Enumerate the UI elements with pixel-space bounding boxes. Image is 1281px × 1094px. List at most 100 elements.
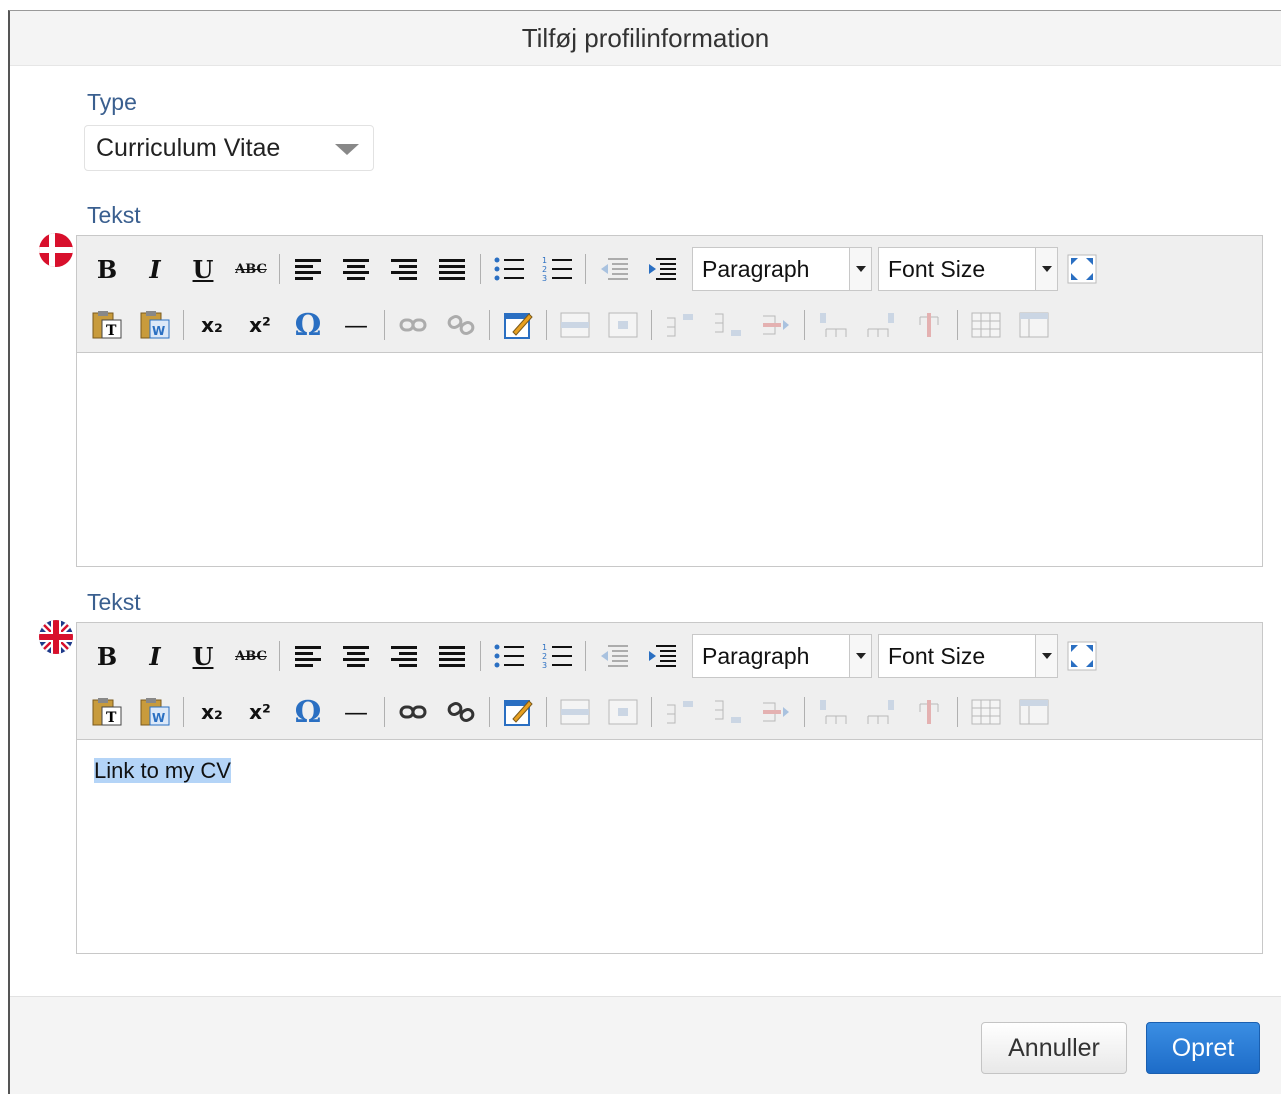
unlink-button[interactable] bbox=[443, 307, 479, 343]
underline-button[interactable]: U bbox=[185, 638, 221, 674]
subscript-button[interactable]: x₂ bbox=[194, 694, 230, 730]
justify-button[interactable] bbox=[434, 251, 470, 287]
table-row-props-button[interactable] bbox=[557, 307, 593, 343]
separator bbox=[480, 254, 481, 284]
font-size-select[interactable]: Font Size bbox=[878, 634, 1058, 678]
create-button[interactable]: Opret bbox=[1146, 1022, 1260, 1074]
fullscreen-icon bbox=[1067, 254, 1097, 284]
outdent-icon bbox=[601, 258, 628, 280]
table-cell-props-button[interactable] bbox=[605, 307, 641, 343]
align-right-button[interactable] bbox=[386, 251, 422, 287]
special-char-button[interactable]: Ω bbox=[290, 307, 326, 343]
edit-html-button[interactable] bbox=[500, 307, 536, 343]
svg-text:W: W bbox=[152, 711, 165, 725]
bullet-list-icon bbox=[494, 257, 524, 281]
dialog-titlebar: Tilføj profilinformation bbox=[10, 11, 1281, 66]
table-icon bbox=[971, 699, 1001, 725]
numbered-list-button[interactable]: 123 bbox=[539, 638, 575, 674]
insert-table-button[interactable] bbox=[968, 307, 1004, 343]
insert-col-after-button[interactable] bbox=[863, 694, 899, 730]
edit-html-button[interactable] bbox=[500, 694, 536, 730]
horizontal-rule-button[interactable]: — bbox=[338, 694, 374, 730]
insert-row-after-icon bbox=[715, 700, 741, 723]
editor-content-area[interactable]: Link to my CV bbox=[77, 740, 1262, 953]
insert-col-before-icon bbox=[820, 313, 847, 337]
paste-word-button[interactable]: W bbox=[137, 307, 173, 343]
type-label: Type bbox=[87, 89, 137, 115]
separator bbox=[384, 310, 385, 340]
table-props-button[interactable] bbox=[1016, 694, 1052, 730]
align-left-icon bbox=[295, 646, 321, 667]
insert-row-after-button[interactable] bbox=[710, 307, 746, 343]
link-icon bbox=[399, 318, 427, 332]
align-left-button[interactable] bbox=[290, 638, 326, 674]
justify-button[interactable] bbox=[434, 638, 470, 674]
rich-text-editor-danish: B I U ABC 123 Paragraph Font Size T W x₂… bbox=[76, 235, 1263, 567]
paste-word-button[interactable]: W bbox=[137, 694, 173, 730]
italic-button[interactable]: I bbox=[137, 251, 173, 287]
unlink-icon bbox=[447, 702, 475, 722]
link-button[interactable] bbox=[395, 307, 431, 343]
outdent-button[interactable] bbox=[596, 638, 632, 674]
delete-row-button[interactable] bbox=[758, 694, 794, 730]
paste-text-button[interactable]: T bbox=[89, 694, 125, 730]
separator bbox=[489, 310, 490, 340]
insert-row-before-button[interactable] bbox=[662, 307, 698, 343]
superscript-button[interactable]: x² bbox=[242, 694, 278, 730]
superscript-button[interactable]: x² bbox=[242, 307, 278, 343]
delete-row-button[interactable] bbox=[758, 307, 794, 343]
insert-col-before-button[interactable] bbox=[815, 694, 851, 730]
insert-row-after-button[interactable] bbox=[710, 694, 746, 730]
subscript-button[interactable]: x₂ bbox=[194, 307, 230, 343]
fullscreen-button[interactable] bbox=[1064, 251, 1100, 287]
delete-col-button[interactable] bbox=[911, 694, 947, 730]
svg-text:W: W bbox=[152, 324, 165, 338]
indent-icon bbox=[649, 645, 676, 667]
table-props-button[interactable] bbox=[1016, 307, 1052, 343]
horizontal-rule-button[interactable]: — bbox=[338, 307, 374, 343]
font-size-select[interactable]: Font Size bbox=[878, 247, 1058, 291]
format-select[interactable]: Paragraph bbox=[692, 247, 872, 291]
align-left-button[interactable] bbox=[290, 251, 326, 287]
align-center-icon bbox=[343, 259, 369, 280]
bold-button[interactable]: B bbox=[89, 251, 125, 287]
fullscreen-button[interactable] bbox=[1064, 638, 1100, 674]
insert-col-before-button[interactable] bbox=[815, 307, 851, 343]
insert-col-before-icon bbox=[820, 700, 847, 724]
svg-text:1: 1 bbox=[542, 256, 547, 265]
type-select[interactable]: Curriculum Vitae bbox=[84, 125, 374, 171]
italic-button[interactable]: I bbox=[137, 638, 173, 674]
align-right-button[interactable] bbox=[386, 638, 422, 674]
unlink-button[interactable] bbox=[443, 694, 479, 730]
table-row-props-button[interactable] bbox=[557, 694, 593, 730]
indent-button[interactable] bbox=[644, 251, 680, 287]
outdent-button[interactable] bbox=[596, 251, 632, 287]
bold-button[interactable]: B bbox=[89, 638, 125, 674]
special-char-button[interactable]: Ω bbox=[290, 694, 326, 730]
align-center-button[interactable] bbox=[338, 638, 374, 674]
align-center-icon bbox=[343, 646, 369, 667]
insert-table-button[interactable] bbox=[968, 694, 1004, 730]
bullet-list-button[interactable] bbox=[491, 251, 527, 287]
strikethrough-button[interactable]: ABC bbox=[233, 638, 269, 674]
editor-text: Link to my CV bbox=[94, 758, 231, 783]
insert-col-after-button[interactable] bbox=[863, 307, 899, 343]
insert-row-before-button[interactable] bbox=[662, 694, 698, 730]
format-select[interactable]: Paragraph bbox=[692, 634, 872, 678]
link-button[interactable] bbox=[395, 694, 431, 730]
insert-row-before-icon bbox=[667, 314, 693, 337]
cancel-button[interactable]: Annuller bbox=[981, 1022, 1127, 1074]
paste-text-button[interactable]: T bbox=[89, 307, 125, 343]
align-center-button[interactable] bbox=[338, 251, 374, 287]
bullet-list-button[interactable] bbox=[491, 638, 527, 674]
delete-col-button[interactable] bbox=[911, 307, 947, 343]
delete-row-icon bbox=[763, 315, 789, 335]
table-cell-props-button[interactable] bbox=[605, 694, 641, 730]
numbered-list-button[interactable]: 123 bbox=[539, 251, 575, 287]
underline-button[interactable]: U bbox=[185, 251, 221, 287]
text-label-danish: Tekst bbox=[87, 202, 141, 228]
insert-col-after-icon bbox=[867, 313, 894, 337]
strikethrough-button[interactable]: ABC bbox=[233, 251, 269, 287]
editor-content-area[interactable] bbox=[77, 353, 1262, 566]
indent-button[interactable] bbox=[644, 638, 680, 674]
